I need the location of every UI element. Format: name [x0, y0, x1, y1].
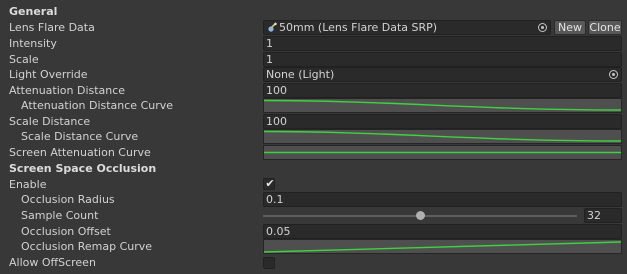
occlusion-offset-label: Occlusion Offset [21, 225, 111, 238]
occlusion-remap-curve-row: Occlusion Remap Curve [0, 239, 627, 254]
lens-flare-data-row: Lens Flare Data 50mm (Lens Flare Data SR… [0, 20, 627, 35]
light-override-row: Light Override None (Light) [0, 67, 627, 82]
intensity-row: Intensity 1 [0, 36, 627, 51]
section-header-general: General [9, 5, 58, 18]
scale-distance-curve-field[interactable] [263, 129, 622, 144]
screen-attenuation-curve-line [264, 146, 621, 159]
occlusion-remap-curve-label: Occlusion Remap Curve [21, 240, 153, 253]
scale-distance-label: Scale Distance [9, 115, 91, 128]
light-override-field[interactable]: None (Light) [263, 67, 622, 82]
new-button[interactable]: New [554, 20, 586, 35]
lens-flare-asset-icon [268, 22, 277, 32]
occlusion-remap-curve-field[interactable] [263, 239, 622, 254]
scale-distance-curve-label: Scale Distance Curve [21, 130, 139, 143]
allow-offscreen-toggle[interactable] [263, 257, 275, 269]
enable-toggle[interactable]: ✔ [263, 177, 275, 190]
occlusion-radius-label: Occlusion Radius [21, 193, 115, 206]
attenuation-distance-input[interactable]: 100 [263, 83, 622, 98]
light-override-label: Light Override [9, 68, 88, 81]
lens-flare-inspector: { "sections": { "general": "General", "o… [0, 0, 627, 274]
lens-flare-data-value: 50mm (Lens Flare Data SRP) [279, 21, 438, 34]
scale-distance-input[interactable]: 100 [263, 114, 622, 129]
occlusion-radius-input[interactable]: 0.1 [263, 192, 622, 207]
lens-flare-data-label: Lens Flare Data [9, 21, 95, 34]
sample-count-row: Sample Count 32 [0, 208, 627, 223]
scale-distance-curve-line [264, 130, 621, 143]
attenuation-distance-row: Attenuation Distance 100 [0, 83, 627, 98]
clone-button[interactable]: Clone [588, 20, 622, 35]
attenuation-distance-curve-field[interactable] [263, 98, 622, 113]
intensity-input[interactable]: 1 [263, 36, 622, 51]
screen-attenuation-curve-field[interactable] [263, 145, 622, 160]
scale-input[interactable]: 1 [263, 52, 622, 67]
occlusion-offset-input[interactable]: 0.05 [263, 224, 622, 239]
sample-count-label: Sample Count [21, 209, 99, 222]
screen-attenuation-curve-row: Screen Attenuation Curve [0, 145, 627, 160]
scale-distance-row: Scale Distance 100 [0, 114, 627, 129]
attenuation-curve-line [264, 99, 621, 112]
scale-label: Scale [9, 53, 39, 66]
occlusion-remap-curve-line [264, 240, 621, 253]
lens-flare-data-field[interactable]: 50mm (Lens Flare Data SRP) [263, 20, 551, 35]
screen-attenuation-curve-label: Screen Attenuation Curve [9, 146, 151, 159]
section-header-occlusion: Screen Space Occlusion [9, 162, 157, 175]
light-override-value: None (Light) [266, 68, 335, 81]
enable-label: Enable [9, 178, 47, 191]
attenuation-distance-label: Attenuation Distance [9, 84, 126, 97]
sample-count-input[interactable]: 32 [584, 208, 622, 223]
circle-dot-icon[interactable] [609, 70, 618, 79]
circle-dot-icon[interactable] [538, 23, 547, 32]
occlusion-offset-row: Occlusion Offset 0.05 [0, 224, 627, 239]
attenuation-distance-curve-row: Attenuation Distance Curve [0, 98, 627, 113]
checkmark-icon: ✔ [265, 177, 275, 190]
sample-count-slider-thumb[interactable] [415, 211, 425, 220]
attenuation-distance-curve-label: Attenuation Distance Curve [21, 99, 174, 112]
occlusion-radius-row: Occlusion Radius 0.1 [0, 192, 627, 207]
allow-offscreen-row: Allow OffScreen [0, 255, 627, 270]
intensity-label: Intensity [9, 37, 57, 50]
enable-row: Enable ✔ [0, 177, 627, 192]
scale-row: Scale 1 [0, 52, 627, 67]
allow-offscreen-label: Allow OffScreen [9, 256, 96, 269]
scale-distance-curve-row: Scale Distance Curve [0, 129, 627, 144]
